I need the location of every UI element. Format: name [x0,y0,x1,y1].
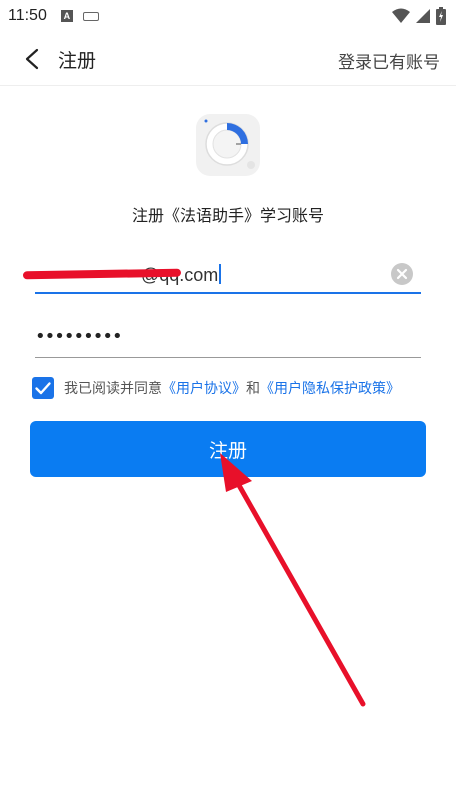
signal-icon [416,9,430,23]
register-button[interactable]: 注册 [30,421,426,477]
status-icons [392,7,446,25]
status-time: 11:50 [8,7,47,24]
clear-input-icon[interactable] [391,263,413,285]
email-field[interactable]: @qq.com [22,258,421,294]
agreement-conjunction: 和 [246,381,260,397]
page-title: 注册 [58,50,97,72]
login-existing-account-link[interactable]: 登录已有账号 [338,48,440,73]
app-logo-dial-icon [204,119,255,169]
app-header: 注册 登录已有账号 [0,32,456,86]
app-logo [196,114,260,176]
back-arrow-icon[interactable] [22,48,44,70]
register-page: 11:50 A 注册 登录已有账号 注册《法语助手》学习账号 •••••••••… [0,0,456,812]
agreement-prefix: 我已阅读并同意 [64,381,162,397]
text-cursor [219,264,222,284]
checkmark-icon [35,382,51,395]
privacy-policy-link[interactable]: 《用户隐私保护政策》 [260,381,400,397]
user-agreement-link[interactable]: 《用户协议》 [162,381,246,397]
battery-icon [436,7,446,25]
password-input-value[interactable]: ••••••••• [35,326,123,347]
register-subtitle: 注册《法语助手》学习账号 [131,206,324,225]
agreement-text: 我已阅读并同意《用户协议》和《用户隐私保护政策》 [64,378,400,398]
status-bar: 11:50 A [0,0,456,32]
keyboard-icon [82,11,99,21]
accessibility-icon: A [60,10,73,22]
password-field[interactable]: ••••••••• [35,322,421,358]
wifi-icon [392,8,410,23]
agreement-checkbox[interactable] [32,377,54,399]
agreement-row: 我已阅读并同意《用户协议》和《用户隐私保护政策》 [32,377,400,399]
